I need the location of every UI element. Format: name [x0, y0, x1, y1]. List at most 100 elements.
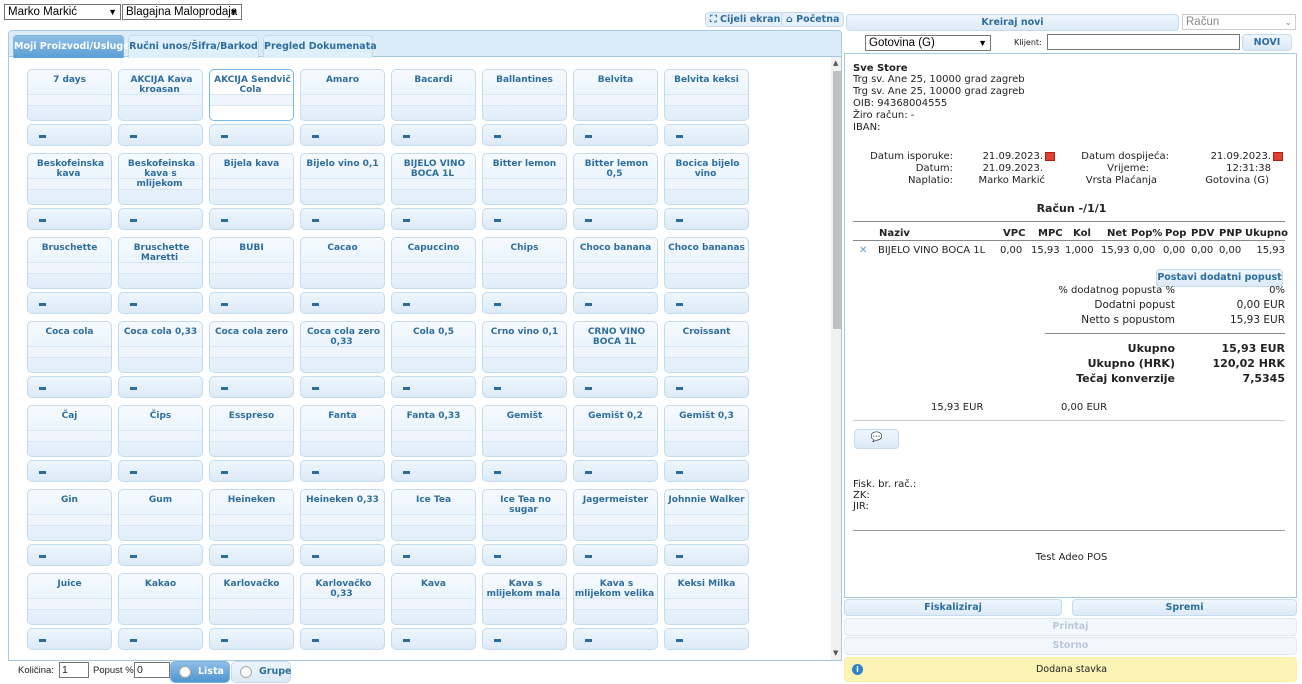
- product-quantity-bar[interactable]: [391, 124, 476, 146]
- product-quantity-bar[interactable]: [482, 628, 567, 650]
- product-button[interactable]: Croissant: [664, 321, 749, 373]
- fullscreen-button[interactable]: ⛶ Cijeli ekran: [705, 12, 786, 27]
- calendar-icon[interactable]: [1273, 151, 1283, 161]
- product-quantity-bar[interactable]: [482, 292, 567, 314]
- product-quantity-bar[interactable]: [573, 628, 658, 650]
- payment-select[interactable]: Gotovina (G) ▼: [865, 35, 991, 51]
- product-button[interactable]: Bitter lemon 0,5: [573, 153, 658, 205]
- product-button[interactable]: Crno vino 0,1: [482, 321, 567, 373]
- product-button[interactable]: Ballantines: [482, 69, 567, 121]
- product-button[interactable]: AKCIJA Kava kroasan: [118, 69, 203, 121]
- tab-products[interactable]: Moji Proizvodi/Usluge: [13, 35, 130, 58]
- product-quantity-bar[interactable]: [118, 208, 203, 230]
- product-quantity-bar[interactable]: [209, 292, 294, 314]
- product-button[interactable]: Choco bananas: [664, 237, 749, 289]
- product-quantity-bar[interactable]: [118, 460, 203, 482]
- product-quantity-bar[interactable]: [27, 376, 112, 398]
- save-button[interactable]: Spremi: [1072, 599, 1297, 616]
- product-quantity-bar[interactable]: [27, 544, 112, 566]
- home-button[interactable]: ⌂ Početna: [781, 12, 845, 27]
- product-quantity-bar[interactable]: [664, 628, 749, 650]
- product-quantity-bar[interactable]: [27, 124, 112, 146]
- product-button[interactable]: Čips: [118, 405, 203, 457]
- product-button[interactable]: Kava: [391, 573, 476, 625]
- product-button[interactable]: Choco banana: [573, 237, 658, 289]
- product-button[interactable]: Kava s mlijekom velika: [573, 573, 658, 625]
- fiscalize-button[interactable]: Fiskaliziraj: [844, 599, 1062, 616]
- product-button[interactable]: AKCIJA Sendvič Cola: [209, 69, 294, 121]
- scrollbar[interactable]: ▲ ▼: [831, 57, 841, 660]
- product-button[interactable]: Gemišt 0,3: [664, 405, 749, 457]
- remove-item-icon[interactable]: ✕: [859, 245, 867, 256]
- product-quantity-bar[interactable]: [27, 292, 112, 314]
- product-quantity-bar[interactable]: [391, 544, 476, 566]
- product-button[interactable]: Bitter lemon: [482, 153, 567, 205]
- tab-documents[interactable]: Pregled Dokumenata: [263, 35, 377, 58]
- calendar-icon[interactable]: [1045, 151, 1055, 161]
- product-quantity-bar[interactable]: [664, 544, 749, 566]
- product-button[interactable]: Coca cola zero: [209, 321, 294, 373]
- product-button[interactable]: BUBI: [209, 237, 294, 289]
- product-quantity-bar[interactable]: [118, 292, 203, 314]
- note-button[interactable]: 💬: [854, 429, 899, 449]
- product-quantity-bar[interactable]: [118, 544, 203, 566]
- product-quantity-bar[interactable]: [391, 208, 476, 230]
- product-button[interactable]: Bijela kava: [209, 153, 294, 205]
- product-button[interactable]: Johnnie Walker: [664, 489, 749, 541]
- product-quantity-bar[interactable]: [209, 628, 294, 650]
- scroll-up-icon[interactable]: ▲: [833, 59, 838, 67]
- lista-radio[interactable]: Lista: [170, 661, 230, 683]
- tab-manual-entry[interactable]: Ručni unos/Šifra/Barkod: [128, 35, 259, 58]
- product-quantity-bar[interactable]: [300, 460, 385, 482]
- product-button[interactable]: Bocica bijelo vino: [664, 153, 749, 205]
- product-button[interactable]: Capuccino: [391, 237, 476, 289]
- product-button[interactable]: Coca cola zero 0,33: [300, 321, 385, 373]
- product-button[interactable]: Bruschette: [27, 237, 112, 289]
- product-quantity-bar[interactable]: [391, 460, 476, 482]
- product-quantity-bar[interactable]: [209, 544, 294, 566]
- product-quantity-bar[interactable]: [391, 376, 476, 398]
- create-new-button[interactable]: Kreiraj novi: [846, 14, 1179, 31]
- product-button[interactable]: Kakao: [118, 573, 203, 625]
- doc-type-select[interactable]: Račun ⌄: [1182, 14, 1296, 30]
- product-quantity-bar[interactable]: [482, 124, 567, 146]
- product-quantity-bar[interactable]: [573, 208, 658, 230]
- register-select[interactable]: Blagajna Maloprodaja ▼: [122, 4, 242, 20]
- client-input[interactable]: [1047, 34, 1240, 50]
- user-select[interactable]: Marko Markić ▼: [4, 4, 121, 20]
- discount-input[interactable]: 0: [134, 662, 170, 678]
- product-button[interactable]: Coca cola 0,33: [118, 321, 203, 373]
- product-quantity-bar[interactable]: [664, 208, 749, 230]
- product-button[interactable]: Bacardi: [391, 69, 476, 121]
- product-button[interactable]: Bruschette Maretti: [118, 237, 203, 289]
- product-button[interactable]: Gin: [27, 489, 112, 541]
- product-quantity-bar[interactable]: [300, 628, 385, 650]
- product-button[interactable]: Heineken: [209, 489, 294, 541]
- product-button[interactable]: Ice Tea no sugar: [482, 489, 567, 541]
- product-quantity-bar[interactable]: [573, 292, 658, 314]
- product-quantity-bar[interactable]: [664, 292, 749, 314]
- product-quantity-bar[interactable]: [664, 124, 749, 146]
- product-button[interactable]: Gemišt: [482, 405, 567, 457]
- due-date-value[interactable]: 21.09.2023.: [1175, 151, 1283, 162]
- product-button[interactable]: Chips: [482, 237, 567, 289]
- product-button[interactable]: Karlovačko 0,33: [300, 573, 385, 625]
- product-button[interactable]: Gemišt 0,2: [573, 405, 658, 457]
- product-quantity-bar[interactable]: [391, 628, 476, 650]
- product-button[interactable]: Beskofeinska kava: [27, 153, 112, 205]
- product-button[interactable]: Ice Tea: [391, 489, 476, 541]
- print-button[interactable]: Printaj: [844, 618, 1297, 636]
- scroll-down-icon[interactable]: ▼: [833, 649, 838, 657]
- product-quantity-bar[interactable]: [118, 124, 203, 146]
- product-button[interactable]: Belvita keksi: [664, 69, 749, 121]
- new-client-button[interactable]: NOVI: [1242, 34, 1292, 51]
- product-button[interactable]: Cacao: [300, 237, 385, 289]
- product-quantity-bar[interactable]: [664, 376, 749, 398]
- product-quantity-bar[interactable]: [300, 544, 385, 566]
- product-button[interactable]: Belvita: [573, 69, 658, 121]
- product-quantity-bar[interactable]: [118, 376, 203, 398]
- product-quantity-bar[interactable]: [300, 208, 385, 230]
- product-button[interactable]: Fanta: [300, 405, 385, 457]
- quantity-input[interactable]: 1: [59, 662, 89, 678]
- product-quantity-bar[interactable]: [209, 376, 294, 398]
